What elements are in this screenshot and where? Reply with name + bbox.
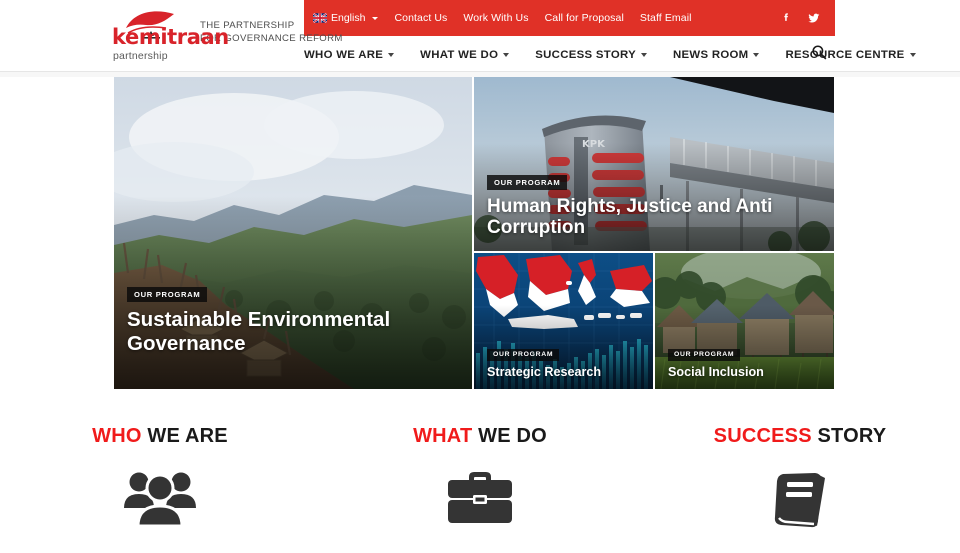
- tile-badge: OUR PROGRAM: [487, 348, 560, 361]
- people-group-icon: [124, 472, 196, 528]
- feature-title-rest: WE ARE: [141, 425, 228, 447]
- logo-subtitle: partnership: [113, 50, 168, 62]
- feature-title-highlight: WHO: [92, 425, 142, 447]
- feature-title-rest: STORY: [811, 425, 887, 447]
- program-hero-grid: OUR PROGRAM Sustainable Environmental Go…: [114, 77, 834, 389]
- hero-tile-strategic-research[interactable]: OUR PROGRAM Strategic Research: [474, 253, 653, 389]
- book-icon: [774, 473, 825, 528]
- logo-mark: kemitraan partnership: [112, 6, 229, 62]
- feature-title-highlight: SUCCESS: [713, 425, 812, 447]
- tile-title: Sustainable Environmental Governance: [127, 308, 391, 355]
- site-header: English Contact Us Work With Us Call for…: [0, 0, 960, 72]
- feature-icon-wrap: [121, 468, 199, 530]
- feature-title-highlight: WHAT: [413, 425, 473, 447]
- feature-sections: WHO WE ARE WHAT WE DO SUCCESS STORY: [0, 425, 960, 553]
- tile-badge: OUR PROGRAM: [127, 287, 208, 303]
- social-links: [779, 0, 821, 36]
- feature-success-story[interactable]: SUCCESS STORY: [640, 425, 960, 553]
- main-navigation: WHO WE ARE WHAT WE DO SUCCESS STORY NEWS…: [304, 38, 942, 72]
- nav-label: SUCCESS STORY: [535, 49, 636, 61]
- nav-label: RESOURCE CENTRE: [785, 49, 905, 61]
- feature-title: WHAT WE DO: [413, 425, 547, 448]
- chevron-down-icon: [388, 53, 395, 57]
- nav-label: WHO WE ARE: [304, 49, 384, 61]
- page-root: English Contact Us Work With Us Call for…: [0, 0, 960, 553]
- tile-badge: OUR PROGRAM: [668, 348, 741, 361]
- tile-badge: OUR PROGRAM: [487, 174, 568, 190]
- feature-icon-wrap: [769, 468, 831, 530]
- chevron-down-icon: [641, 53, 647, 57]
- utility-topbar: English Contact Us Work With Us Call for…: [304, 0, 835, 36]
- tile-caption: OUR PROGRAM Social Inclusion: [668, 343, 824, 379]
- logo-wordmark: kemitraan: [112, 25, 229, 49]
- nav-item-what-we-do[interactable]: WHAT WE DO: [420, 49, 510, 61]
- nav-item-resource-centre[interactable]: RESOURCE CENTRE: [785, 49, 916, 61]
- facebook-icon[interactable]: [779, 11, 793, 25]
- search-icon: [812, 45, 827, 60]
- tile-title: Social Inclusion: [668, 364, 764, 379]
- topbar-link-call-for-proposal[interactable]: Call for Proposal: [545, 12, 624, 24]
- feature-title: SUCCESS STORY: [714, 425, 887, 448]
- hero-tile-sustainable-environmental-governance[interactable]: OUR PROGRAM Sustainable Environmental Go…: [114, 77, 472, 389]
- chevron-down-icon: [372, 16, 379, 20]
- utility-links: English Contact Us Work With Us Call for…: [304, 12, 708, 24]
- hero-tile-social-inclusion[interactable]: OUR PROGRAM Social Inclusion: [655, 253, 834, 389]
- tile-caption: OUR PROGRAM Sustainable Environmental Go…: [127, 284, 462, 355]
- twitter-icon[interactable]: [807, 11, 821, 25]
- nav-label: WHAT WE DO: [420, 49, 499, 61]
- briefcase-icon: [448, 472, 512, 523]
- search-button[interactable]: [810, 43, 828, 61]
- topbar-link-contact-us[interactable]: Contact Us: [394, 12, 447, 24]
- chevron-down-icon: [909, 53, 916, 57]
- tile-caption: OUR PROGRAM Human Rights, Justice and An…: [487, 172, 824, 239]
- nav-label: NEWS ROOM: [673, 49, 749, 61]
- chevron-down-icon: [753, 53, 760, 57]
- nav-item-success-story[interactable]: SUCCESS STORY: [535, 49, 647, 61]
- tile-caption: OUR PROGRAM Strategic Research: [487, 343, 643, 379]
- tile-title: Human Rights, Justice and Anti Corruptio…: [487, 195, 773, 239]
- feature-icon-wrap: [445, 468, 515, 528]
- hero-tile-human-rights-justice-and-anti-corruption[interactable]: KPK OUR PROGRAM: [474, 77, 834, 251]
- tile-title: Strategic Research: [487, 364, 602, 379]
- nav-item-news-room[interactable]: NEWS ROOM: [673, 49, 760, 61]
- feature-title-rest: WE DO: [472, 425, 547, 447]
- chevron-down-icon: [503, 53, 510, 57]
- nav-item-who-we-are[interactable]: WHO WE ARE: [304, 49, 395, 61]
- feature-who-we-are[interactable]: WHO WE ARE: [0, 425, 320, 553]
- feature-title: WHO WE ARE: [92, 425, 228, 448]
- topbar-link-staff-email[interactable]: Staff Email: [640, 12, 692, 24]
- feature-what-we-do[interactable]: WHAT WE DO: [320, 425, 640, 553]
- topbar-link-work-with-us[interactable]: Work With Us: [463, 12, 528, 24]
